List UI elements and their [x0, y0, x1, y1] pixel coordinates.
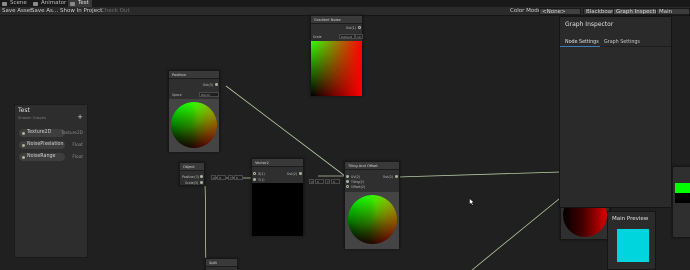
output-port[interactable]	[215, 83, 218, 86]
position-node[interactable]: Position Out(3) Space World	[168, 70, 220, 152]
property-type: Float	[72, 143, 83, 148]
noise-preview	[311, 41, 362, 96]
port-label: Out(2)	[286, 172, 297, 176]
port-label: Y(1)	[258, 178, 265, 182]
port-label: Out(2)	[382, 175, 393, 179]
object-node[interactable]: Object Position(3) Scale(3)	[179, 162, 205, 186]
input-port[interactable]	[346, 175, 349, 178]
property-type: Texture2D	[61, 131, 83, 136]
space-dropdown[interactable]: World	[199, 92, 219, 97]
node-title: Gradient Noise	[311, 16, 362, 24]
add-property-button[interactable]: +	[77, 113, 83, 121]
node-title: Object	[180, 163, 204, 171]
port-label: UV(2)	[351, 175, 361, 179]
inline-vector-input[interactable]: X 0 Y 0	[309, 179, 343, 184]
node-preview	[252, 183, 303, 236]
main-preview-render[interactable]	[617, 229, 649, 262]
inline-vector-input[interactable]: X 0 Y 0	[211, 175, 249, 180]
split-node[interactable]: Split	[205, 258, 238, 270]
port-label: Out(1)	[345, 26, 356, 30]
property-dot-icon	[22, 155, 25, 159]
vector2-node[interactable]: Vector2 X(1) Y(1) Out(2)	[251, 158, 304, 236]
output-port[interactable]	[358, 26, 361, 29]
graph-inspector-panel[interactable]: Graph Inspector Node Settings Graph Sett…	[559, 16, 672, 208]
tab-graph-settings[interactable]: Graph Settings	[604, 38, 640, 47]
port-label: Scale(3)	[185, 181, 199, 185]
output-port[interactable]	[200, 175, 203, 178]
port-label: Space	[172, 93, 182, 97]
node-title: Tiling And Offset	[345, 162, 399, 170]
port-label: Scale	[313, 35, 322, 39]
input-port[interactable]	[346, 185, 349, 188]
inspector-tabs: Node Settings Graph Settings	[560, 38, 671, 47]
gradient-noise-node[interactable]: Gradient Noise Out(1) Scale Default 10	[310, 15, 363, 96]
property-dot-icon	[22, 143, 25, 147]
inspector-title: Graph Inspector	[565, 21, 614, 28]
mouse-cursor-icon	[469, 198, 475, 206]
output-port[interactable]	[395, 175, 398, 178]
node-preview	[675, 183, 690, 203]
tab-node-settings[interactable]: Node Settings	[560, 38, 600, 47]
output-port[interactable]	[200, 181, 203, 184]
output-port[interactable]	[299, 172, 302, 175]
property-dot-icon	[22, 131, 25, 135]
value-field[interactable]: 10	[355, 34, 363, 39]
property-pill[interactable]: NoisePixelation	[19, 141, 65, 149]
port-label: Tiling(2)	[351, 180, 365, 184]
property-type: Float	[72, 155, 83, 160]
property-pill[interactable]: Texture2D	[19, 129, 65, 137]
blackboard-subtitle: Shader Graphs	[18, 115, 47, 120]
port-label: X(1)	[258, 172, 265, 176]
port-label: Out(3)	[202, 83, 213, 87]
property-pill[interactable]: NoiseRange	[19, 153, 65, 161]
main-preview-title: Main Preview	[612, 216, 649, 222]
value-field[interactable]: Default	[339, 34, 355, 39]
input-port[interactable]	[253, 178, 256, 181]
input-port[interactable]	[253, 172, 256, 175]
node-title: Split	[206, 259, 237, 267]
port-label: Position(3)	[182, 175, 199, 179]
node-title: Position	[169, 71, 219, 79]
main-preview-panel[interactable]: Main Preview	[607, 211, 656, 270]
blackboard-panel[interactable]: Test Shader Graphs + Texture2D Texture2D…	[14, 104, 88, 258]
partial-node[interactable]	[672, 166, 690, 238]
sphere-preview	[171, 102, 217, 148]
port-label: Offset(2)	[351, 185, 366, 189]
node-title: Vector2	[252, 159, 303, 167]
tiling-and-offset-node[interactable]: Tiling And Offset UV(2) Tiling(2) Offset…	[344, 161, 400, 249]
input-port[interactable]	[346, 180, 349, 183]
blackboard-title: Test	[18, 107, 30, 114]
sphere-preview	[348, 195, 397, 244]
